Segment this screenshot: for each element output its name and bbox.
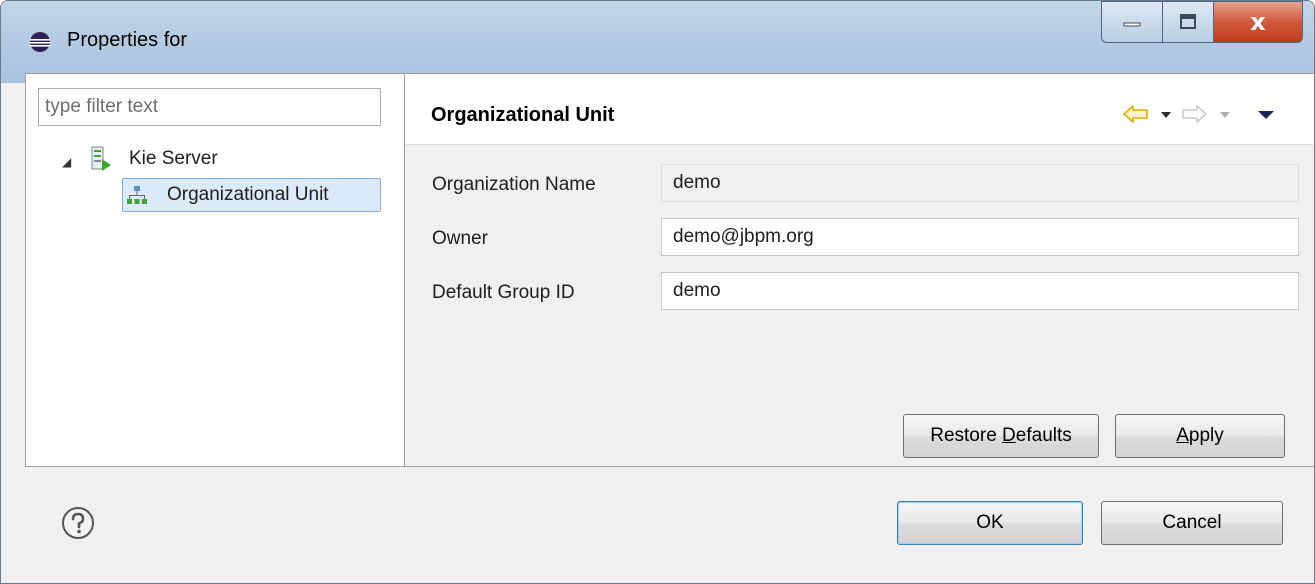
close-icon: x xyxy=(1250,8,1266,36)
back-history-dropdown-icon[interactable] xyxy=(1160,111,1172,119)
forward-arrow-icon[interactable] xyxy=(1181,104,1207,124)
ok-button[interactable]: OK xyxy=(897,501,1083,545)
restore-defaults-suffix: efaults xyxy=(1015,425,1072,446)
properties-dialog: Properties for x ◢ xyxy=(0,0,1315,584)
kie-server-icon xyxy=(91,146,111,171)
help-icon[interactable] xyxy=(61,506,95,540)
tree-item-kie-server[interactable]: Kie Server xyxy=(129,148,218,170)
dialog-content: ◢ Kie Server xyxy=(25,73,1314,467)
page-header: Organizational Unit xyxy=(405,74,1314,145)
eclipse-icon xyxy=(30,32,50,52)
restore-defaults-mnemonic: D xyxy=(1002,425,1016,446)
title-bar[interactable]: Properties for x xyxy=(1,1,1314,83)
expand-toggle-icon[interactable]: ◢ xyxy=(62,155,71,169)
tree-item-label: Organizational Unit xyxy=(167,184,329,205)
apply-mnemonic: A xyxy=(1176,425,1189,446)
close-button[interactable]: x xyxy=(1213,1,1303,43)
navigation-pane: ◢ Kie Server xyxy=(26,74,405,466)
organization-name-label: Organization Name xyxy=(432,174,596,195)
cancel-button[interactable]: Cancel xyxy=(1101,501,1283,545)
owner-label: Owner xyxy=(432,228,488,249)
owner-field[interactable] xyxy=(661,218,1299,256)
default-group-id-label: Default Group ID xyxy=(432,282,575,303)
back-arrow-icon[interactable] xyxy=(1123,104,1149,124)
maximize-button[interactable] xyxy=(1162,1,1214,43)
page-title: Organizational Unit xyxy=(431,104,615,126)
window-title: Properties for xyxy=(67,29,188,51)
minimize-icon xyxy=(1123,22,1141,27)
maximize-icon xyxy=(1180,14,1196,29)
minimize-button[interactable] xyxy=(1101,1,1163,43)
tree-item-organizational-unit[interactable]: Organizational Unit xyxy=(122,178,381,212)
forward-history-dropdown-icon[interactable] xyxy=(1219,111,1231,119)
restore-defaults-prefix: Restore xyxy=(930,425,1003,446)
restore-defaults-button[interactable]: Restore Defaults xyxy=(903,414,1099,458)
property-page: Organizational Unit Organization Name de… xyxy=(405,74,1314,466)
apply-button[interactable]: Apply xyxy=(1115,414,1285,458)
organization-name-field[interactable] xyxy=(661,164,1299,202)
default-group-id-field[interactable] xyxy=(661,272,1299,310)
apply-suffix: pply xyxy=(1188,425,1224,446)
view-menu-icon[interactable] xyxy=(1257,110,1275,120)
filter-input[interactable] xyxy=(38,88,381,126)
org-unit-icon xyxy=(127,186,147,204)
